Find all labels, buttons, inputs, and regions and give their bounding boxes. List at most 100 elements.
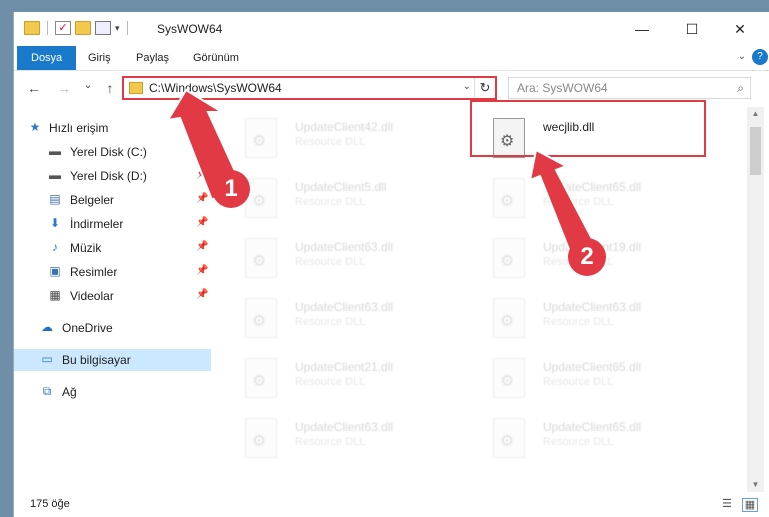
- sidebar-item-label: Resimler: [70, 265, 118, 279]
- large-icons-view-icon[interactable]: ▦: [742, 498, 758, 512]
- new-folder-icon[interactable]: [75, 21, 91, 35]
- divider: [126, 21, 128, 35]
- file-type: Resource DLL: [543, 376, 614, 388]
- file-tile[interactable]: UpdateClient65.dll Resource DLL: [477, 173, 717, 223]
- refresh-button[interactable]: ↻: [474, 78, 495, 98]
- file-tile[interactable]: UpdateClient5.dll Resource DLL: [229, 173, 469, 223]
- dll-file-icon: [493, 358, 525, 398]
- file-tile[interactable]: UpdateClient21.dll Resource DLL: [229, 353, 469, 403]
- file-type: Resource DLL: [543, 196, 614, 208]
- close-button[interactable]: ✕: [717, 12, 763, 46]
- sidebar-item-drive-d[interactable]: ▬ Yerel Disk (D:) 📌: [14, 165, 211, 187]
- tab-view[interactable]: Görünüm: [183, 46, 249, 70]
- item-count: 175 öğe: [30, 498, 70, 510]
- file-name: UpdateClient63.dll: [543, 300, 642, 314]
- network-icon: ⧉: [42, 384, 52, 398]
- sidebar-item-documents[interactable]: ▤ Belgeler 📌: [14, 189, 211, 211]
- tab-share[interactable]: Paylaş: [126, 46, 179, 70]
- sidebar-item-label: Ağ: [62, 385, 77, 399]
- search-input[interactable]: Ara: SysWOW64 ⌕: [508, 77, 751, 99]
- file-tile[interactable]: UpdateClient63.dll Resource DLL: [477, 293, 717, 343]
- file-tile[interactable]: UpdateClient65.dll Resource DLL: [477, 353, 717, 403]
- file-type: Resource DLL: [543, 436, 614, 448]
- file-tile[interactable]: UpdateClient63.dll Resource DLL: [229, 413, 469, 463]
- details-view-icon[interactable]: ☰: [720, 498, 734, 510]
- pin-icon[interactable]: 📌: [196, 265, 208, 276]
- properties-check-icon[interactable]: ✓: [55, 21, 71, 35]
- file-tile[interactable]: UpdateClient42.dll Resource DLL: [229, 113, 469, 163]
- dll-file-icon: [245, 238, 277, 278]
- pin-icon[interactable]: 📌: [196, 289, 208, 300]
- video-icon: ▦: [49, 288, 61, 302]
- file-type: Resource DLL: [295, 196, 366, 208]
- back-button[interactable]: ←: [24, 80, 44, 96]
- file-type: Resource DLL: [295, 436, 366, 448]
- dll-file-icon: [493, 418, 525, 458]
- tab-home[interactable]: Giriş: [78, 46, 121, 70]
- pin-icon[interactable]: 📌: [196, 217, 208, 228]
- file-list: UpdateClient42.dll Resource DLL wecjlib.…: [219, 107, 745, 492]
- recent-locations-button[interactable]: ⌄: [78, 80, 98, 91]
- sidebar-item-label: Müzik: [70, 241, 102, 255]
- file-type: Resource DLL: [295, 256, 366, 268]
- dll-file-icon: [493, 298, 525, 338]
- scrollbar-thumb[interactable]: [750, 127, 761, 175]
- download-icon: ⬇: [49, 216, 61, 230]
- qat-dropdown-icon[interactable]: ▾: [115, 23, 120, 34]
- sidebar-item-label: Belgeler: [70, 193, 115, 207]
- file-name: UpdateClient65.dll: [543, 180, 642, 194]
- file-name: UpdateClient65.dll: [543, 420, 642, 434]
- dll-file-icon: [493, 238, 525, 278]
- file-name: UpdateClient21.dll: [295, 360, 394, 374]
- pin-icon[interactable]: 📌: [196, 241, 208, 252]
- sidebar-item-videos[interactable]: ▦ Videolar 📌: [14, 285, 211, 307]
- sidebar-item-onedrive[interactable]: ☁ OneDrive: [14, 317, 211, 339]
- highlight-box-file: [470, 100, 706, 157]
- dll-file-icon: [245, 298, 277, 338]
- quick-access-toolbar: ✓ ▾: [24, 21, 131, 35]
- file-type: Resource DLL: [295, 376, 366, 388]
- file-name: UpdateClient42.dll: [295, 120, 394, 134]
- sidebar-item-drive-c[interactable]: ▬ Yerel Disk (C:) 📌: [14, 141, 211, 163]
- file-tile[interactable]: UpdateClient63.dll Resource DLL: [229, 293, 469, 343]
- scroll-up-icon[interactable]: ▲: [747, 107, 764, 121]
- address-bar[interactable]: C:\Windows\SysWOW64 ⌄ ↻: [122, 76, 497, 100]
- sidebar-item-downloads[interactable]: ⬇ İndirmeler 📌: [14, 213, 211, 235]
- maximize-button[interactable]: ☐: [669, 12, 715, 46]
- scroll-down-icon[interactable]: ▼: [747, 478, 764, 492]
- file-tile[interactable]: UpdateClient65.dll Resource DLL: [477, 413, 717, 463]
- callout-1: 1: [212, 170, 250, 208]
- file-type: Resource DLL: [543, 316, 614, 328]
- pin-icon[interactable]: 📌: [196, 145, 208, 156]
- ribbon-expand-icon[interactable]: ⌄: [738, 51, 746, 62]
- pin-icon[interactable]: 📌: [196, 193, 208, 204]
- dll-file-icon: [245, 358, 277, 398]
- up-button[interactable]: ↑: [100, 80, 120, 96]
- sidebar-item-label: Yerel Disk (D:): [70, 169, 147, 183]
- sidebar-item-this-pc[interactable]: ▭ Bu bilgisayar: [14, 349, 211, 371]
- help-icon[interactable]: ?: [752, 49, 768, 65]
- address-path[interactable]: C:\Windows\SysWOW64: [149, 81, 282, 95]
- folder-icon: [24, 21, 40, 35]
- customize-icon[interactable]: [95, 21, 111, 35]
- forward-button[interactable]: →: [54, 80, 74, 96]
- computer-icon: ▭: [41, 352, 53, 366]
- sidebar-item-label: Videolar: [70, 289, 114, 303]
- sidebar-item-network[interactable]: ⧉ Ağ: [14, 381, 211, 403]
- tab-file[interactable]: Dosya: [17, 46, 77, 70]
- callout-2: 2: [568, 238, 606, 276]
- pin-icon[interactable]: 📌: [196, 169, 208, 180]
- file-tile[interactable]: UpdateClient63.dll Resource DLL: [229, 233, 469, 283]
- sidebar-item-music[interactable]: ♪ Müzik 📌: [14, 237, 211, 259]
- window-title: SysWOW64: [157, 22, 223, 36]
- sidebar-item-label: Hızlı erişim: [49, 121, 109, 135]
- navigation-pane: ★ Hızlı erişim ▬ Yerel Disk (C:) 📌 ▬ Yer…: [14, 107, 211, 492]
- sidebar-item-quick-access[interactable]: ★ Hızlı erişim: [14, 117, 211, 139]
- minimize-button[interactable]: —: [619, 12, 665, 46]
- address-dropdown-icon[interactable]: ⌄: [463, 81, 471, 92]
- file-name: UpdateClient63.dll: [295, 420, 394, 434]
- sidebar-item-pictures[interactable]: ▣ Resimler 📌: [14, 261, 211, 283]
- search-placeholder: Ara: SysWOW64: [517, 81, 608, 95]
- search-icon[interactable]: ⌕: [737, 81, 744, 96]
- vertical-scrollbar[interactable]: ▲ ▼: [747, 107, 764, 492]
